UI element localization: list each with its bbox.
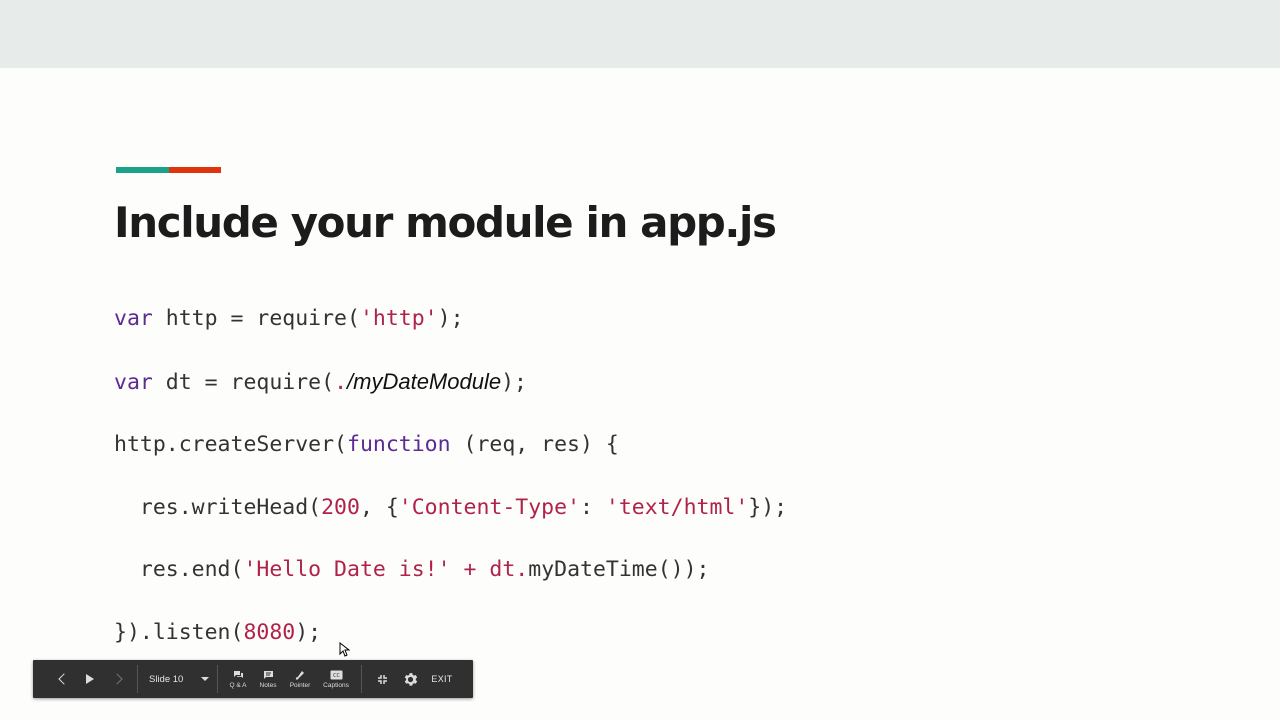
code-keyword: function (347, 432, 451, 457)
code-text: }).listen( (114, 620, 244, 645)
chevron-left-icon (57, 673, 70, 685)
settings-button[interactable] (399, 660, 421, 698)
play-icon (86, 674, 94, 684)
code-text: (req, res) { (450, 432, 619, 457)
qa-icon (233, 670, 243, 678)
mouse-cursor-icon (339, 642, 350, 657)
captions-label: Captions (323, 681, 349, 689)
code-text: ); (501, 370, 527, 395)
code-text: : (580, 495, 606, 520)
code-text: ); (295, 620, 322, 645)
slide-selector[interactable]: Slide 10 (145, 660, 213, 698)
code-string: 'text/html' (605, 495, 749, 520)
pointer-icon (295, 671, 304, 680)
code-number: 200 (321, 495, 360, 520)
code-number: 8080 (243, 620, 296, 645)
exit-fullscreen-button[interactable] (372, 660, 392, 698)
code-text: myDateTime()); (528, 557, 710, 582)
previous-slide-button[interactable] (51, 660, 73, 698)
svg-text:CC: CC (333, 673, 340, 679)
gear-icon (404, 672, 417, 686)
exit-fullscreen-icon (377, 674, 387, 684)
slide-title: Include your module in app.js (114, 198, 777, 247)
notes-icon (263, 670, 273, 679)
code-keyword: var (114, 306, 153, 331)
code-text: ); (437, 306, 464, 331)
accent-bar-red (169, 167, 221, 173)
notes-button[interactable]: Notes (255, 660, 281, 698)
exit-label: EXIT (431, 674, 453, 684)
next-slide-button[interactable] (107, 660, 129, 698)
code-line-2: var dt = require(./myDateModule); (114, 368, 527, 397)
code-string: . (334, 370, 348, 395)
code-text: }); (748, 495, 788, 520)
pointer-label: Pointer (289, 682, 311, 689)
exit-button[interactable]: EXIT (427, 660, 457, 698)
play-button[interactable] (79, 660, 101, 698)
toolbar-divider (137, 665, 138, 693)
presenter-toolbar: Slide 10 Q & A Notes Pointer CC Captions… (33, 660, 473, 698)
code-text: res.end( (114, 557, 244, 582)
captions-icon: CC (330, 670, 342, 679)
toolbar-divider (217, 665, 218, 693)
qa-button[interactable]: Q & A (226, 660, 250, 698)
code-text: http.createServer( (114, 432, 347, 457)
code-italic-path: /myDateModule (347, 369, 502, 394)
code-operator: + (450, 557, 490, 582)
code-line-6: }).listen(8080); (114, 619, 321, 647)
qa-label: Q & A (229, 681, 247, 689)
code-line-5: res.end('Hello Date is!' + dt.myDateTime… (114, 556, 710, 584)
top-bar (0, 0, 1280, 68)
toolbar-divider (361, 665, 362, 693)
code-line-4: res.writeHead(200, {'Content-Type': 'tex… (114, 494, 787, 522)
code-string: 'Hello Date is!' (243, 557, 451, 582)
code-text: res.writeHead( (114, 495, 322, 520)
pointer-button[interactable]: Pointer (285, 660, 315, 698)
caret-down-icon (201, 677, 209, 681)
accent-bar-green (116, 167, 169, 173)
code-string: 'Content-Type' (398, 495, 581, 520)
code-keyword: var (114, 370, 153, 395)
code-line-1: var http = require('http'); (114, 305, 464, 333)
chevron-right-icon (110, 673, 123, 685)
code-line-3: http.createServer(function (req, res) { (114, 431, 619, 459)
code-string: 'http' (359, 306, 438, 331)
code-text: , { (359, 495, 399, 520)
code-text: dt = require( (152, 370, 335, 395)
code-object: dt. (489, 557, 529, 582)
notes-label: Notes (259, 681, 277, 689)
slide-number-label: Slide 10 (149, 673, 184, 685)
captions-button[interactable]: CC Captions (319, 660, 353, 698)
code-text: http = require( (152, 306, 360, 331)
